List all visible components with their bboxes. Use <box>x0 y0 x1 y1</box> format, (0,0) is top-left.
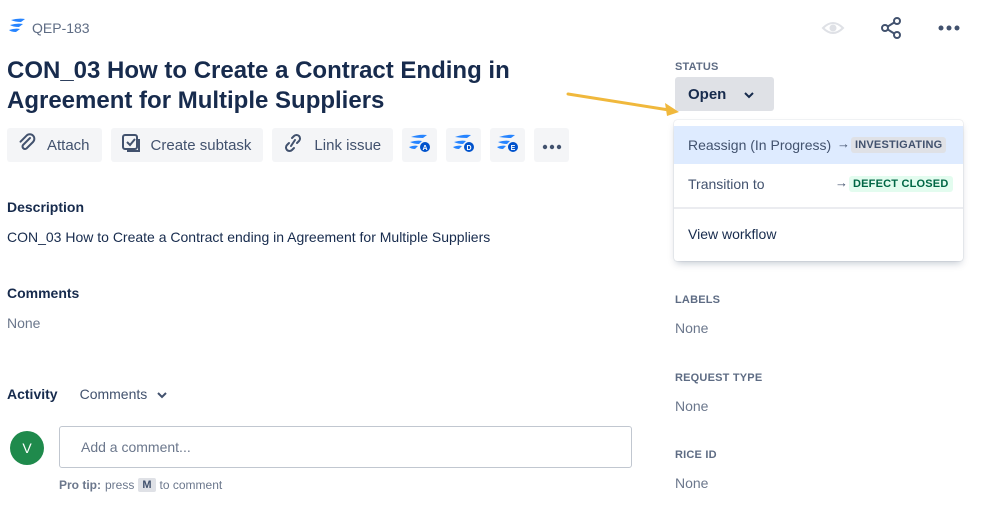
protip-key: M <box>138 478 156 492</box>
link-icon <box>282 133 304 157</box>
avatar: V <box>10 431 44 465</box>
issue-title[interactable]: CON_03 How to Create a Contract Ending i… <box>7 56 627 116</box>
status-lozenge-defect-closed: DEFECT CLOSED <box>849 176 953 192</box>
labels-value[interactable]: None <box>675 320 708 336</box>
view-workflow-label: View workflow <box>688 226 777 242</box>
dropdown-divider <box>674 207 963 209</box>
create-subtask-button[interactable]: Create subtask <box>110 128 264 162</box>
toolbar-more-button[interactable] <box>534 128 570 162</box>
transition-reassign-label: Reassign (In Progress) <box>688 137 832 153</box>
chevron-down-icon <box>157 386 167 402</box>
activity-heading: Activity <box>7 386 58 402</box>
comments-value: None <box>7 315 41 331</box>
app-d-button[interactable]: D <box>446 128 482 162</box>
activity-bar: Activity Comments <box>7 386 167 402</box>
more-icon <box>542 137 562 154</box>
rice-id-value[interactable]: None <box>675 475 708 491</box>
activity-filter-label: Comments <box>79 386 148 402</box>
issue-actions <box>819 14 963 42</box>
transition-reassign[interactable]: Reassign (In Progress) → INVESTIGATING <box>674 126 963 164</box>
watch-icon[interactable] <box>819 14 847 42</box>
protip-press: press <box>105 478 135 492</box>
rice-id-label: RICE ID <box>675 449 717 461</box>
protip-prefix: Pro tip: <box>59 478 101 492</box>
status-lozenge-investigating: INVESTIGATING <box>851 137 947 153</box>
arrow-right-icon: → <box>835 175 848 190</box>
paperclip-icon <box>17 133 37 157</box>
status-label: STATUS <box>675 61 719 73</box>
transition-close-label: Transition to <box>688 176 765 192</box>
chevron-down-icon <box>744 86 755 103</box>
link-issue-label: Link issue <box>314 136 382 154</box>
status-button[interactable]: Open <box>675 77 774 111</box>
activity-filter-select[interactable]: Comments <box>80 386 168 402</box>
status-dropdown: Reassign (In Progress) → INVESTIGATING T… <box>674 120 963 261</box>
issue-key-link[interactable]: QEP-183 <box>32 20 90 36</box>
arrow-right-icon: → <box>837 136 850 151</box>
annotation-arrow <box>566 92 679 116</box>
labels-label: LABELS <box>675 294 721 306</box>
create-subtask-label: Create subtask <box>150 136 252 154</box>
app-a-button[interactable]: A <box>402 128 438 162</box>
protip-suffix: to comment <box>159 478 223 492</box>
more-icon[interactable] <box>935 14 963 42</box>
subtask-icon <box>121 133 141 157</box>
description-text[interactable]: CON_03 How to Create a Contract ending i… <box>7 229 490 245</box>
attach-button[interactable]: Attach <box>7 128 102 162</box>
request-type-value[interactable]: None <box>675 398 708 414</box>
view-workflow-link[interactable]: View workflow <box>674 215 963 253</box>
link-issue-button[interactable]: Link issue <box>272 128 394 162</box>
attach-label: Attach <box>47 136 90 154</box>
transition-close[interactable]: Transition to → DEFECT CLOSED <box>674 165 963 203</box>
breadcrumb: QEP-183 <box>8 18 90 38</box>
app-a-icon: A <box>408 132 432 158</box>
svg-text:D: D <box>466 145 471 152</box>
comment-input[interactable]: Add a comment... <box>59 426 632 468</box>
comments-heading: Comments <box>7 285 80 301</box>
svg-text:A: A <box>422 145 427 152</box>
protip: Pro tip: press M to comment <box>59 478 222 492</box>
app-d-icon: D <box>452 132 476 158</box>
share-icon[interactable] <box>877 14 905 42</box>
request-type-label: REQUEST TYPE <box>675 372 763 384</box>
project-icon <box>8 17 26 40</box>
description-heading: Description <box>7 199 85 215</box>
svg-text:E: E <box>510 145 515 152</box>
issue-toolbar: Attach Create subtask Link issue A D E <box>7 128 570 162</box>
app-e-button[interactable]: E <box>490 128 526 162</box>
status-value: Open <box>688 85 727 103</box>
app-e-icon: E <box>496 132 520 158</box>
